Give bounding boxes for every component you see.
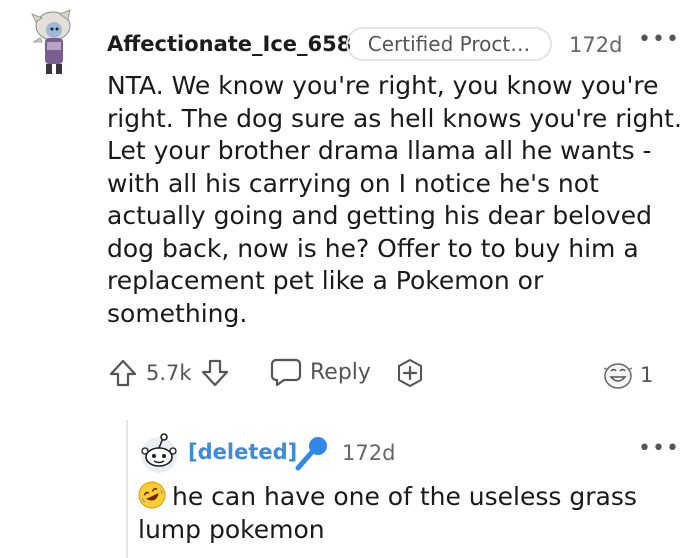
reply-button[interactable]: Reply <box>270 354 371 390</box>
laughing-award-icon <box>603 363 633 389</box>
rolling-laughing-emoji-icon <box>138 481 166 509</box>
award-count: 1 <box>640 363 654 387</box>
comment-body: NTA. We know you're right, you know you'… <box>107 71 682 328</box>
reply-label: Reply <box>310 359 371 385</box>
comment-username[interactable]: Affectionate_Ice_658 <box>107 32 351 56</box>
downvote-icon[interactable] <box>200 358 230 388</box>
reply-age: 172d <box>342 441 396 465</box>
reply-username: [deleted] <box>188 440 298 464</box>
upvote-icon[interactable] <box>108 358 138 388</box>
more-horizontal-icon[interactable]: ••• <box>638 29 680 51</box>
vote-score: 5.7k <box>146 361 192 385</box>
microphone-icon <box>295 437 327 471</box>
reply-body: he can have one of the useless grass lum… <box>138 481 678 546</box>
more-horizontal-icon[interactable]: ••• <box>638 438 680 460</box>
thread-line[interactable] <box>126 420 128 558</box>
comment-bubble-icon <box>270 358 302 387</box>
user-avatar[interactable] <box>30 8 80 78</box>
award-plus-icon[interactable] <box>395 358 425 388</box>
deleted-user-avatar <box>141 433 177 473</box>
user-flair: Certified Proct… <box>346 27 552 61</box>
awards-summary[interactable]: 1 <box>600 360 653 390</box>
reply-text: he can have one of the useless grass lum… <box>138 482 637 544</box>
comment-age: 172d <box>569 33 623 57</box>
